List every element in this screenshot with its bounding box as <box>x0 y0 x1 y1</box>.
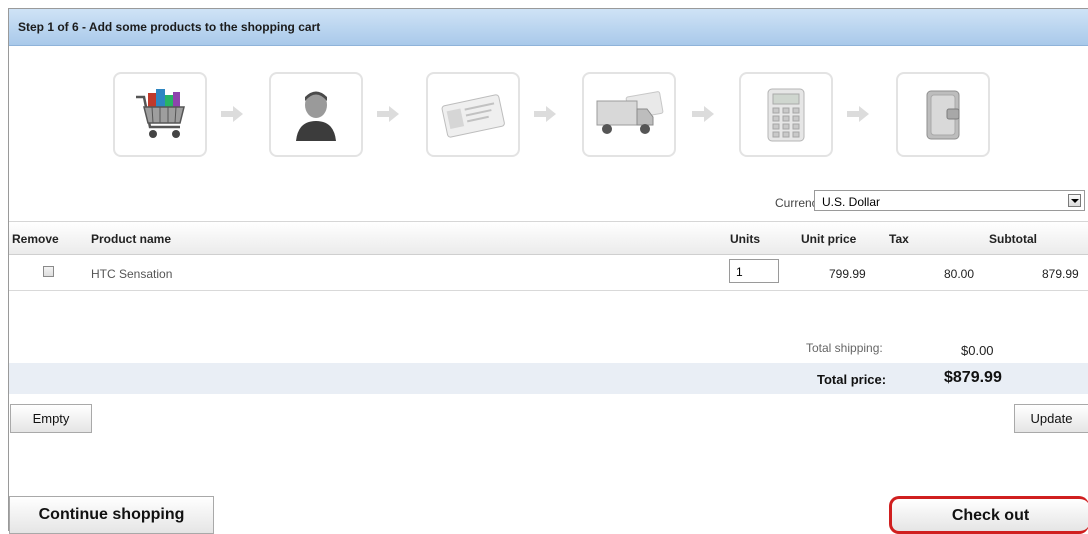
step-arrow-icon <box>377 106 399 122</box>
column-units: Units <box>730 232 760 246</box>
column-unit-price: Unit price <box>801 232 857 246</box>
checkout-wizard <box>9 72 1088 162</box>
continue-shopping-button[interactable]: Continue shopping <box>9 496 214 534</box>
currency-select[interactable]: U.S. Dollar <box>814 190 1085 211</box>
delivery-truck-icon <box>596 90 664 134</box>
step-arrow-icon <box>221 106 243 122</box>
currency-selected-value: U.S. Dollar <box>822 195 881 209</box>
product-name: HTC Sensation <box>91 267 173 281</box>
empty-cart-button[interactable]: Empty <box>10 404 92 433</box>
id-card-icon <box>441 93 505 138</box>
total-shipping-value: $0.00 <box>961 343 994 358</box>
chevron-down-icon[interactable] <box>1068 194 1081 207</box>
step-title: Step 1 of 6 - Add some products to the s… <box>18 20 321 34</box>
total-price-value: $879.99 <box>944 369 1002 386</box>
column-subtotal: Subtotal <box>989 232 1037 246</box>
column-tax: Tax <box>889 232 909 246</box>
total-price-label: Total price: <box>817 372 887 387</box>
person-icon <box>296 91 336 141</box>
calculator-icon <box>767 88 805 141</box>
remove-checkbox[interactable] <box>43 266 54 277</box>
column-remove: Remove <box>12 232 59 246</box>
wizard-step-cart[interactable] <box>113 72 207 157</box>
table-header: Remove Product name Units Unit price Tax… <box>9 221 1088 255</box>
column-product-name: Product name <box>91 232 172 246</box>
units-input[interactable]: 1 <box>729 259 779 283</box>
wizard-step-customer[interactable] <box>269 72 363 157</box>
check-out-button[interactable]: Check out <box>889 496 1088 534</box>
wizard-step-shipping[interactable] <box>582 72 676 157</box>
wizard-step-payment[interactable] <box>896 72 990 157</box>
wizard-step-billing[interactable] <box>426 72 520 157</box>
step-header: Step 1 of 6 - Add some products to the s… <box>9 9 1088 46</box>
total-shipping-label: Total shipping: <box>806 341 883 355</box>
wallet-icon <box>926 90 960 139</box>
step-arrow-icon <box>847 106 869 122</box>
subtotal-value: 879.99 <box>1042 267 1079 281</box>
update-cart-button[interactable]: Update <box>1014 404 1088 433</box>
table-row: HTC Sensation 1 799.99 80.00 879.99 <box>9 254 1088 291</box>
tax-value: 80.00 <box>944 267 975 281</box>
unit-price: 799.99 <box>829 267 866 281</box>
shopping-cart-icon <box>136 88 185 138</box>
step-arrow-icon <box>692 106 714 122</box>
step-arrow-icon <box>534 106 556 122</box>
wizard-step-summary[interactable] <box>739 72 833 157</box>
total-price-row: Total price: $879.99 <box>9 363 1088 394</box>
checkout-panel: Step 1 of 6 - Add some products to the s… <box>8 8 1088 534</box>
